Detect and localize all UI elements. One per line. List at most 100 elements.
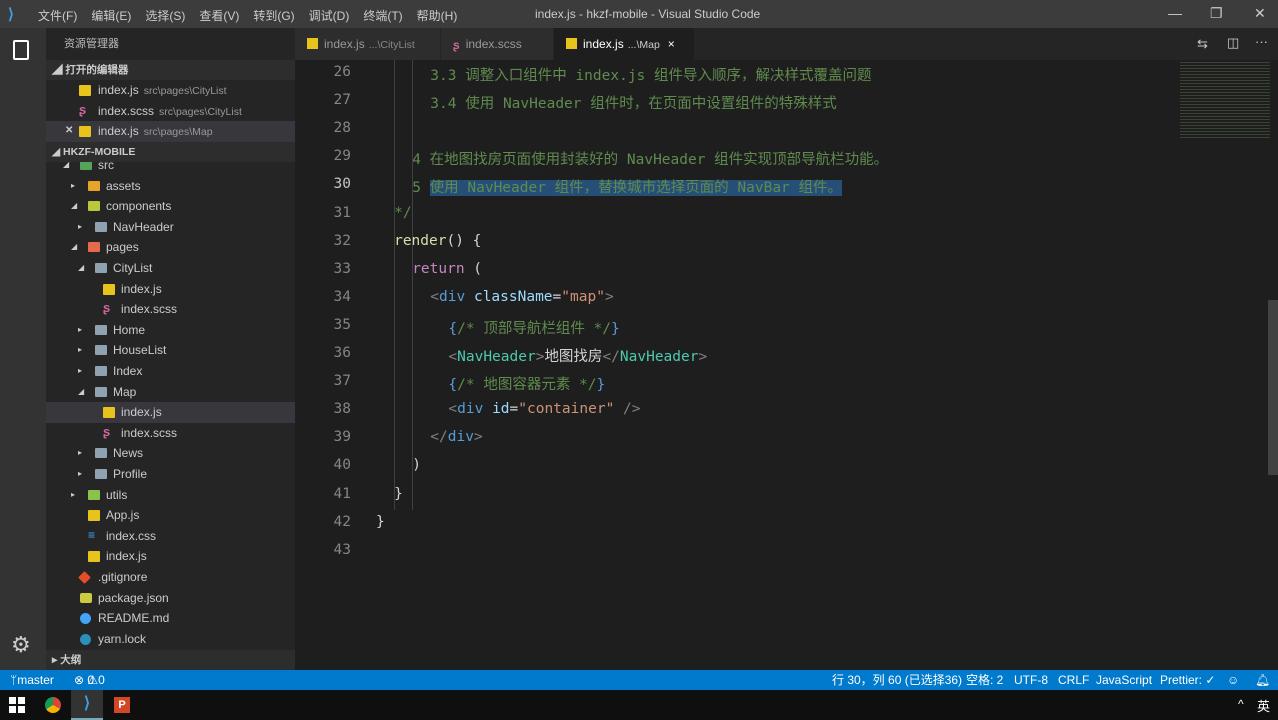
open-editor-item[interactable]: ✕ index.js src\pages\Map: [46, 121, 295, 142]
chevron-down-icon[interactable]: ◢: [78, 382, 84, 403]
tree-item[interactable]: index.js: [46, 546, 295, 567]
close-tab-icon[interactable]: ×: [668, 37, 675, 51]
tree-item[interactable]: ▸ NavHeader: [46, 217, 295, 238]
notifications-bell-icon[interactable]: 🔔︎: [1255, 670, 1270, 690]
explorer-icon[interactable]: [13, 40, 29, 60]
tree-item[interactable]: ▸ Index: [46, 361, 295, 382]
chevron-down-icon[interactable]: ◢: [78, 258, 84, 279]
chevron-right-icon[interactable]: ▸: [78, 464, 82, 485]
menu-edit[interactable]: 编辑(E): [91, 7, 131, 24]
windows-start-icon[interactable]: [9, 697, 25, 713]
close-window-icon[interactable]: ✕: [1254, 5, 1266, 22]
tree-item[interactable]: ʂ index.scss: [46, 423, 295, 444]
gear-icon[interactable]: ⚙: [11, 632, 31, 658]
tree-item[interactable]: App.js: [46, 505, 295, 526]
menu-view[interactable]: 查看(V): [199, 7, 239, 24]
line-ending[interactable]: CRLF: [1058, 670, 1089, 690]
tree-item[interactable]: ≡ index.css: [46, 526, 295, 547]
menu-debug[interactable]: 调试(D): [309, 7, 350, 24]
tree-item[interactable]: ▸ News: [46, 443, 295, 464]
more-actions-icon[interactable]: ···: [1255, 34, 1268, 49]
chrome-icon[interactable]: [45, 697, 61, 713]
tree-item[interactable]: ◢ Map: [46, 382, 295, 403]
code-line[interactable]: <div id="container" />: [448, 401, 640, 417]
menu-terminal[interactable]: 终端(T): [363, 7, 402, 24]
split-editor-icon[interactable]: ◫: [1227, 35, 1239, 51]
minimize-icon[interactable]: —: [1168, 5, 1182, 21]
open-editors-header[interactable]: ◢ 打开的编辑器: [46, 60, 295, 80]
tree-item[interactable]: README.md: [46, 608, 295, 629]
vscode-taskbar-icon[interactable]: ⟩: [71, 690, 103, 720]
restore-icon[interactable]: ❐: [1210, 5, 1223, 22]
vertical-scrollbar[interactable]: [1268, 300, 1278, 475]
code-line[interactable]: <NavHeader>地图找房</NavHeader>: [448, 345, 707, 366]
indentation[interactable]: 空格: 2: [966, 670, 1003, 690]
tree-item[interactable]: index.js: [46, 279, 295, 300]
tray-chevron-icon[interactable]: ^: [1238, 697, 1244, 711]
code-line[interactable]: render() {: [394, 233, 481, 249]
tree-item[interactable]: ◢ src: [46, 162, 295, 176]
project-header[interactable]: ◢ HKZF-MOBILE: [46, 142, 295, 162]
cursor-position[interactable]: 行 30，列 60 (已选择36): [832, 670, 962, 690]
outline-header[interactable]: ▸ 大纲: [46, 650, 295, 670]
chevron-down-icon[interactable]: ◢: [71, 196, 77, 217]
code-line[interactable]: 5 使用 NavHeader 组件，替换城市选择页面的 NavBar 组件。: [412, 176, 843, 197]
menu-file[interactable]: 文件(F): [38, 7, 77, 24]
tree-item[interactable]: ◢ CityList: [46, 258, 295, 279]
code-line[interactable]: }: [394, 486, 403, 502]
tree-item[interactable]: ◢ components: [46, 196, 295, 217]
tree-item[interactable]: yarn.lock: [46, 629, 295, 650]
open-editors-label: 打开的编辑器: [65, 64, 129, 76]
chevron-right-icon[interactable]: ▸: [71, 485, 75, 506]
branch-status[interactable]: ᛘ master: [10, 670, 54, 690]
code-line[interactable]: */: [394, 205, 411, 221]
tree-item[interactable]: index.js: [46, 402, 295, 423]
menu-go[interactable]: 转到(G): [253, 7, 294, 24]
code-editor[interactable]: 26 3.3 调整入口组件中 index.js 组件导入顺序，解决样式覆盖问题 27…: [295, 60, 1278, 670]
tab-citylist-index-js[interactable]: index.js ...\CityList: [295, 28, 440, 60]
tree-item[interactable]: .gitignore: [46, 567, 295, 588]
open-editor-item[interactable]: ʂ index.scss src\pages\CityList: [46, 101, 295, 122]
tree-item[interactable]: ▸ assets: [46, 176, 295, 197]
chevron-right-icon[interactable]: ▸: [71, 176, 75, 197]
chevron-right-icon[interactable]: ▸: [78, 443, 82, 464]
powerpoint-icon[interactable]: P: [114, 697, 130, 713]
chevron-right-icon[interactable]: ▸: [78, 340, 82, 361]
ime-indicator[interactable]: 英: [1257, 696, 1270, 715]
encoding[interactable]: UTF-8: [1014, 670, 1048, 690]
code-line[interactable]: 4 在地图找房页面使用封装好的 NavHeader 组件实现顶部导航栏功能。: [412, 148, 888, 169]
tab-citylist-index-scss[interactable]: ʂ index.scss: [441, 28, 553, 60]
chevron-down-icon[interactable]: ◢: [63, 162, 69, 176]
tree-item[interactable]: ʂ index.scss: [46, 299, 295, 320]
code-line[interactable]: return (: [412, 261, 482, 277]
close-editor-icon[interactable]: ✕: [65, 121, 73, 142]
language-mode[interactable]: JavaScript: [1096, 670, 1152, 690]
code-line[interactable]: 3.4 使用 NavHeader 组件时，在页面中设置组件的特殊样式: [430, 92, 836, 113]
tree-item[interactable]: package.json: [46, 588, 295, 609]
code-line[interactable]: ): [412, 457, 421, 473]
tree-item[interactable]: ▸ HouseList: [46, 340, 295, 361]
menu-help[interactable]: 帮助(H): [417, 7, 458, 24]
menu-selection[interactable]: 选择(S): [145, 7, 185, 24]
problems-status[interactable]: ⊗ 0 ⚠ 0: [74, 670, 105, 690]
chevron-down-icon[interactable]: ◢: [71, 237, 77, 258]
code-line[interactable]: </div>: [430, 429, 482, 445]
code-line[interactable]: <div className="map">: [430, 289, 613, 305]
chevron-right-icon[interactable]: ▸: [78, 217, 82, 238]
open-editor-item[interactable]: index.js src\pages\CityList: [46, 80, 295, 101]
tree-item[interactable]: ▸ Profile: [46, 464, 295, 485]
open-changes-icon[interactable]: ⇆: [1197, 36, 1208, 52]
prettier-status[interactable]: Prettier: ✓: [1160, 670, 1215, 690]
code-line[interactable]: }: [376, 514, 385, 530]
tab-map-index-js[interactable]: index.js ...\Map ×: [554, 28, 694, 60]
chevron-right-icon[interactable]: ▸: [78, 361, 82, 382]
minimap[interactable]: [1180, 60, 1270, 140]
tree-item[interactable]: ▸ Home: [46, 320, 295, 341]
code-line[interactable]: 3.3 调整入口组件中 index.js 组件导入顺序，解决样式覆盖问题: [430, 64, 871, 85]
feedback-smiley-icon[interactable]: ☺: [1227, 670, 1239, 690]
tree-item[interactable]: ▸ utils: [46, 485, 295, 506]
tree-item[interactable]: ◢ pages: [46, 237, 295, 258]
code-line[interactable]: {/* 地图容器元素 */}: [448, 373, 605, 394]
chevron-right-icon[interactable]: ▸: [78, 320, 82, 341]
code-line[interactable]: {/* 顶部导航栏组件 */}: [448, 317, 619, 338]
